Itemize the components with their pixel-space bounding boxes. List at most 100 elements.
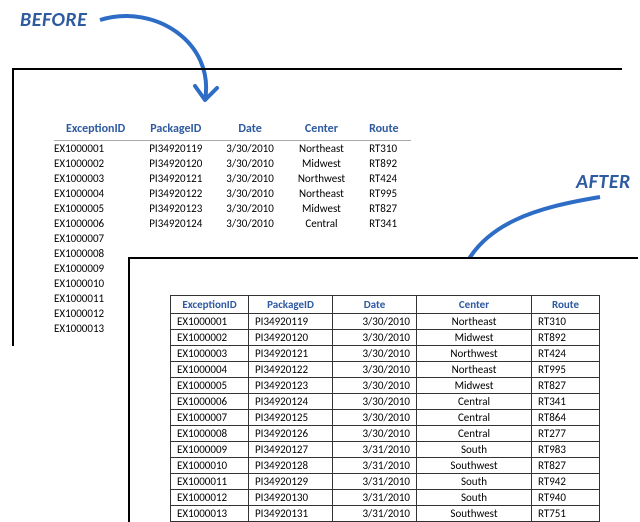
cell-route: RT310 xyxy=(532,314,600,330)
col-route: Route xyxy=(532,296,600,314)
cell-date: 3/31/2010 xyxy=(333,474,417,490)
cell-exception: EX1000002 xyxy=(54,156,137,171)
cell-package: PI34920123 xyxy=(249,378,333,394)
table-row: EX1000007PI349201253/30/2010CentralRT864 xyxy=(171,410,600,426)
cell-date: 3/30/2010 xyxy=(214,141,286,157)
cell-route: RT751 xyxy=(532,506,600,522)
cell-package: PI34920122 xyxy=(249,362,333,378)
cell-exception: EX1000008 xyxy=(54,246,137,261)
cell-center: Southwest xyxy=(417,458,532,474)
cell-center: Central xyxy=(417,410,532,426)
cell-package: PI34920119 xyxy=(137,141,214,157)
cell-date: 3/31/2010 xyxy=(333,442,417,458)
after-table: ExceptionID PackageID Date Center Route … xyxy=(170,295,600,522)
cell-package: PI34920131 xyxy=(249,506,333,522)
table-row: EX1000008PI349201263/30/2010CentralRT277 xyxy=(171,426,600,442)
cell-center: Midwest xyxy=(286,201,357,216)
cell-package: PI34920130 xyxy=(249,490,333,506)
cell-center: Northeast xyxy=(417,314,532,330)
cell-center: Central xyxy=(286,216,357,231)
cell-package: PI34920128 xyxy=(249,458,333,474)
cell-center: Central xyxy=(417,394,532,410)
cell-center: Midwest xyxy=(417,330,532,346)
cell-date: 3/30/2010 xyxy=(333,330,417,346)
cell-route: RT341 xyxy=(532,394,600,410)
cell-exception: EX1000011 xyxy=(54,291,137,306)
cell-exception: EX1000010 xyxy=(171,458,249,474)
cell-package: PI34920124 xyxy=(137,216,214,231)
cell-route: RT310 xyxy=(357,141,411,157)
cell-route: RT864 xyxy=(532,410,600,426)
cell-package: PI34920120 xyxy=(137,156,214,171)
cell-center: South xyxy=(417,474,532,490)
table-row: EX1000003PI349201213/30/2010NorthwestRT4… xyxy=(54,171,411,186)
cell-package: PI34920121 xyxy=(137,171,214,186)
cell-exception: EX1000007 xyxy=(54,231,137,246)
cell-exception: EX1000003 xyxy=(54,171,137,186)
cell-exception: EX1000008 xyxy=(171,426,249,442)
after-header-row: ExceptionID PackageID Date Center Route xyxy=(171,296,600,314)
cell-center xyxy=(286,231,357,246)
cell-center: Midwest xyxy=(417,378,532,394)
col-center: Center xyxy=(286,120,357,141)
cell-date xyxy=(214,231,286,246)
col-package: PackageID xyxy=(137,120,214,141)
cell-route: RT277 xyxy=(532,426,600,442)
cell-package: PI34920123 xyxy=(137,201,214,216)
cell-date: 3/31/2010 xyxy=(333,490,417,506)
cell-package: PI34920125 xyxy=(249,410,333,426)
cell-date: 3/30/2010 xyxy=(333,314,417,330)
cell-center: Midwest xyxy=(286,156,357,171)
cell-package: PI34920120 xyxy=(249,330,333,346)
cell-exception: EX1000010 xyxy=(54,276,137,291)
cell-package: PI34920126 xyxy=(249,426,333,442)
table-row: EX1000001PI349201193/30/2010NortheastRT3… xyxy=(171,314,600,330)
table-row: EX1000006PI349201243/30/2010CentralRT341 xyxy=(171,394,600,410)
cell-date: 3/30/2010 xyxy=(333,346,417,362)
cell-date: 3/30/2010 xyxy=(333,394,417,410)
cell-date: 3/30/2010 xyxy=(214,216,286,231)
cell-route: RT827 xyxy=(357,201,411,216)
cell-route: RT983 xyxy=(532,442,600,458)
cell-route: RT995 xyxy=(357,186,411,201)
table-row: EX1000007 xyxy=(54,231,411,246)
table-row: EX1000005PI349201233/30/2010MidwestRT827 xyxy=(171,378,600,394)
table-row: EX1000004PI349201223/30/2010NortheastRT9… xyxy=(54,186,411,201)
cell-exception: EX1000009 xyxy=(54,261,137,276)
cell-center: South xyxy=(417,442,532,458)
after-frame: ExceptionID PackageID Date Center Route … xyxy=(128,257,638,522)
table-row: EX1000009PI349201273/31/2010SouthRT983 xyxy=(171,442,600,458)
cell-exception: EX1000002 xyxy=(171,330,249,346)
cell-center: Northeast xyxy=(286,186,357,201)
col-exception: ExceptionID xyxy=(54,120,137,141)
cell-exception: EX1000013 xyxy=(54,321,137,336)
cell-date: 3/30/2010 xyxy=(333,362,417,378)
cell-route: RT942 xyxy=(532,474,600,490)
table-row: EX1000010PI349201283/31/2010SouthwestRT8… xyxy=(171,458,600,474)
cell-route: RT341 xyxy=(357,216,411,231)
cell-package: PI34920121 xyxy=(249,346,333,362)
cell-center: Northwest xyxy=(286,171,357,186)
table-row: EX1000002PI349201203/30/2010MidwestRT892 xyxy=(54,156,411,171)
cell-package: PI34920124 xyxy=(249,394,333,410)
col-route: Route xyxy=(357,120,411,141)
cell-exception: EX1000006 xyxy=(54,216,137,231)
cell-exception: EX1000012 xyxy=(54,306,137,321)
cell-package xyxy=(137,231,214,246)
cell-date: 3/30/2010 xyxy=(214,186,286,201)
cell-date: 3/30/2010 xyxy=(214,171,286,186)
cell-exception: EX1000011 xyxy=(171,474,249,490)
cell-center: Northeast xyxy=(417,362,532,378)
cell-center: Southwest xyxy=(417,506,532,522)
cell-date: 3/30/2010 xyxy=(333,378,417,394)
col-exception: ExceptionID xyxy=(171,296,249,314)
cell-exception: EX1000013 xyxy=(171,506,249,522)
col-date: Date xyxy=(333,296,417,314)
cell-date: 3/31/2010 xyxy=(333,506,417,522)
table-row: EX1000013PI349201313/31/2010SouthwestRT7… xyxy=(171,506,600,522)
cell-center: South xyxy=(417,490,532,506)
cell-center: Northwest xyxy=(417,346,532,362)
cell-date: 3/30/2010 xyxy=(333,410,417,426)
cell-package: PI34920122 xyxy=(137,186,214,201)
before-label: BEFORE xyxy=(20,8,87,32)
